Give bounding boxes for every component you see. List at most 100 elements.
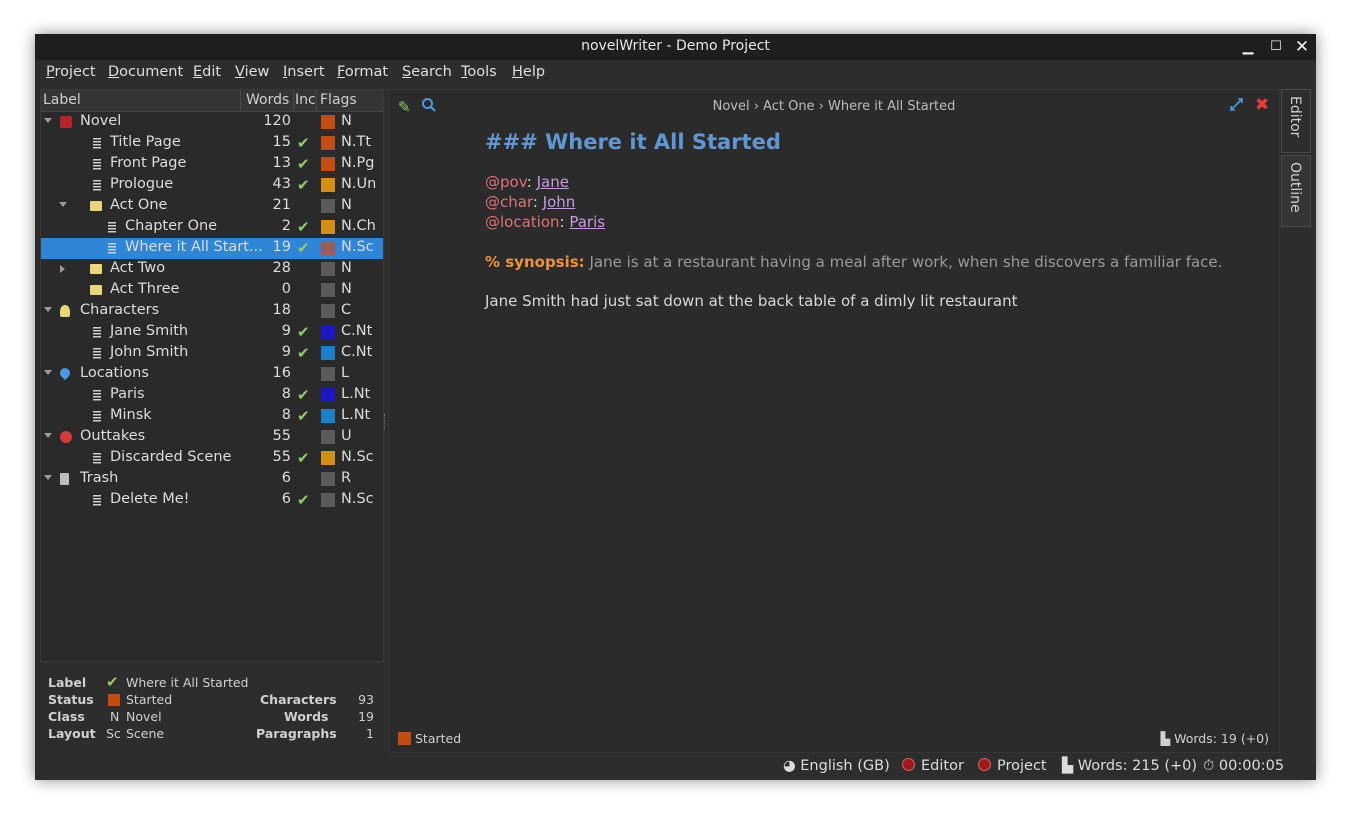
tree-item-words: 2	[281, 218, 291, 234]
tree-row[interactable]: Locations 16 L	[41, 364, 383, 385]
tree-row[interactable]: Where it All Start... 19 ✔ N.Sc	[41, 238, 383, 259]
tree-row[interactable]: Characters 18 C	[41, 301, 383, 322]
document-icon	[93, 453, 101, 464]
pov-keyword: @pov	[485, 173, 527, 191]
tree-row[interactable]: Chapter One 2 ✔ N.Ch	[41, 217, 383, 238]
tree-row[interactable]: Minsk 8 ✔ L.Nt	[41, 406, 383, 427]
tree-item-words: 19	[272, 239, 291, 255]
tree-item-label: Act One	[110, 197, 168, 213]
synopsis-text: Jane is at a restaurant having a meal af…	[584, 253, 1223, 271]
menu-document[interactable]: Document	[108, 64, 183, 80]
menu-search[interactable]: Search	[402, 64, 452, 80]
tab-outline-label: Outline	[1287, 162, 1303, 213]
tree-row[interactable]: Prologue 43 ✔ N.Un	[41, 175, 383, 196]
tree-item-flag: U	[341, 428, 352, 444]
document-icon	[93, 390, 101, 401]
chevron-down-icon[interactable]	[44, 370, 52, 375]
tree-item-flag: N.Sc	[341, 449, 374, 465]
tree-row[interactable]: Discarded Scene 55 ✔ N.Sc	[41, 448, 383, 469]
chevron-down-icon[interactable]	[44, 433, 52, 438]
chevron-down-icon[interactable]	[44, 475, 52, 480]
header-words[interactable]: Words	[246, 92, 289, 108]
header-flags[interactable]: Flags	[320, 92, 357, 108]
tree-row[interactable]: Delete Me! 6 ✔ N.Sc	[41, 490, 383, 511]
status-color-icon	[321, 115, 335, 129]
menu-tools[interactable]: Tools	[461, 64, 497, 80]
session-time-label: 00:00:05	[1218, 758, 1285, 774]
chevron-down-icon[interactable]	[59, 202, 67, 207]
menu-insert[interactable]: Insert	[283, 64, 325, 80]
tree-item-label: Prologue	[110, 176, 174, 192]
tree-row[interactable]: Paris 8 ✔ L.Nt	[41, 385, 383, 406]
document-content[interactable]: ### Where it All Started @pov: Jane @cha…	[485, 130, 1245, 310]
tree-item-flag: N	[341, 113, 352, 129]
details-chars-value: 93	[358, 692, 374, 707]
editor-status: Started	[398, 731, 461, 746]
tree-row[interactable]: Jane Smith 9 ✔ C.Nt	[41, 322, 383, 343]
chevron-down-icon[interactable]	[44, 118, 52, 123]
menu-format[interactable]: Format	[337, 64, 388, 80]
status-color-icon	[398, 732, 411, 745]
tree-item-flag: C	[341, 302, 352, 318]
tab-editor[interactable]: Editor	[1281, 89, 1311, 153]
included-check-icon: ✔	[297, 323, 310, 341]
char-reference[interactable]: John	[543, 193, 576, 211]
included-check-icon: ✔	[297, 386, 310, 404]
status-color-icon	[321, 472, 335, 486]
menu-view[interactable]: View	[235, 64, 269, 80]
focus-mode-icon[interactable]	[1229, 97, 1244, 116]
details-paras-key: Paragraphs	[256, 726, 337, 741]
document-icon	[108, 243, 116, 254]
tree-row[interactable]: Trash 6 R	[41, 469, 383, 490]
details-class-value: Novel	[126, 709, 162, 724]
tree-row[interactable]: Act Two 28 N	[41, 259, 383, 280]
header-label[interactable]: Label	[43, 92, 81, 108]
minimize-icon[interactable]: ▁	[1238, 37, 1258, 57]
chevron-down-icon[interactable]	[44, 307, 52, 312]
maximize-icon[interactable]: ☐	[1266, 37, 1286, 57]
menu-edit[interactable]: Edit	[193, 64, 221, 80]
document-icon	[93, 411, 101, 422]
status-color-icon	[321, 430, 335, 444]
chevron-right-icon[interactable]	[60, 265, 65, 273]
tree-item-words: 55	[272, 428, 291, 444]
menu-bar: Project Document Edit View Insert Format Searc…	[35, 60, 1316, 86]
header-inc[interactable]: Inc	[295, 92, 316, 108]
document-editor[interactable]: ✎ Novel › Act One › Where it All Started…	[388, 89, 1280, 753]
tree-row[interactable]: Outtakes 55 U	[41, 427, 383, 448]
status-color-icon	[321, 157, 335, 171]
location-reference[interactable]: Paris	[569, 213, 605, 231]
tree-item-label: Jane Smith	[110, 323, 189, 339]
timer-icon: ⏱	[1203, 758, 1215, 774]
project-tree[interactable]: Label Words Inc Flags Novel 120 N Title Pag…	[40, 89, 384, 662]
tree-row[interactable]: Act One 21 N	[41, 196, 383, 217]
menu-project[interactable]: Project	[46, 64, 96, 80]
project-words-label: Words: 215 (+0)	[1077, 758, 1198, 774]
tree-row[interactable]: Novel 120 N	[41, 112, 383, 133]
document-icon	[93, 327, 101, 338]
tab-outline[interactable]: Outline	[1281, 155, 1311, 227]
panel-splitter[interactable]	[384, 414, 387, 430]
tree-item-flag: N	[341, 197, 352, 213]
tree-row[interactable]: Front Page 13 ✔ N.Pg	[41, 154, 383, 175]
title-bar: novelWriter - Demo Project ▁ ☐ ✕	[35, 34, 1316, 60]
tree-item-words: 8	[281, 407, 291, 423]
included-check-icon: ✔	[297, 491, 310, 509]
tree-row[interactable]: John Smith 9 ✔ C.Nt	[41, 343, 383, 364]
close-document-icon[interactable]: ✖	[1255, 95, 1269, 115]
synopsis-line: % synopsis: Jane is at a restaurant havi…	[485, 252, 1245, 272]
tree-row[interactable]: Title Page 15 ✔ N.Tt	[41, 133, 383, 154]
tree-item-flag: N.Un	[341, 176, 377, 192]
status-color-icon	[321, 388, 335, 402]
pov-reference[interactable]: Jane	[537, 173, 569, 191]
close-icon[interactable]: ✕	[1292, 37, 1312, 57]
details-chars-key: Characters	[260, 692, 337, 707]
document-icon	[108, 222, 116, 233]
tree-row[interactable]: Act Three 0 N	[41, 280, 383, 301]
tree-item-label: Outtakes	[80, 428, 146, 444]
tree-item-flag: L.Nt	[341, 386, 371, 402]
editor-status-label: Started	[415, 731, 462, 746]
tree-item-label: Chapter One	[125, 218, 218, 234]
tree-item-words: 9	[281, 323, 291, 339]
menu-help[interactable]: Help	[512, 64, 545, 80]
